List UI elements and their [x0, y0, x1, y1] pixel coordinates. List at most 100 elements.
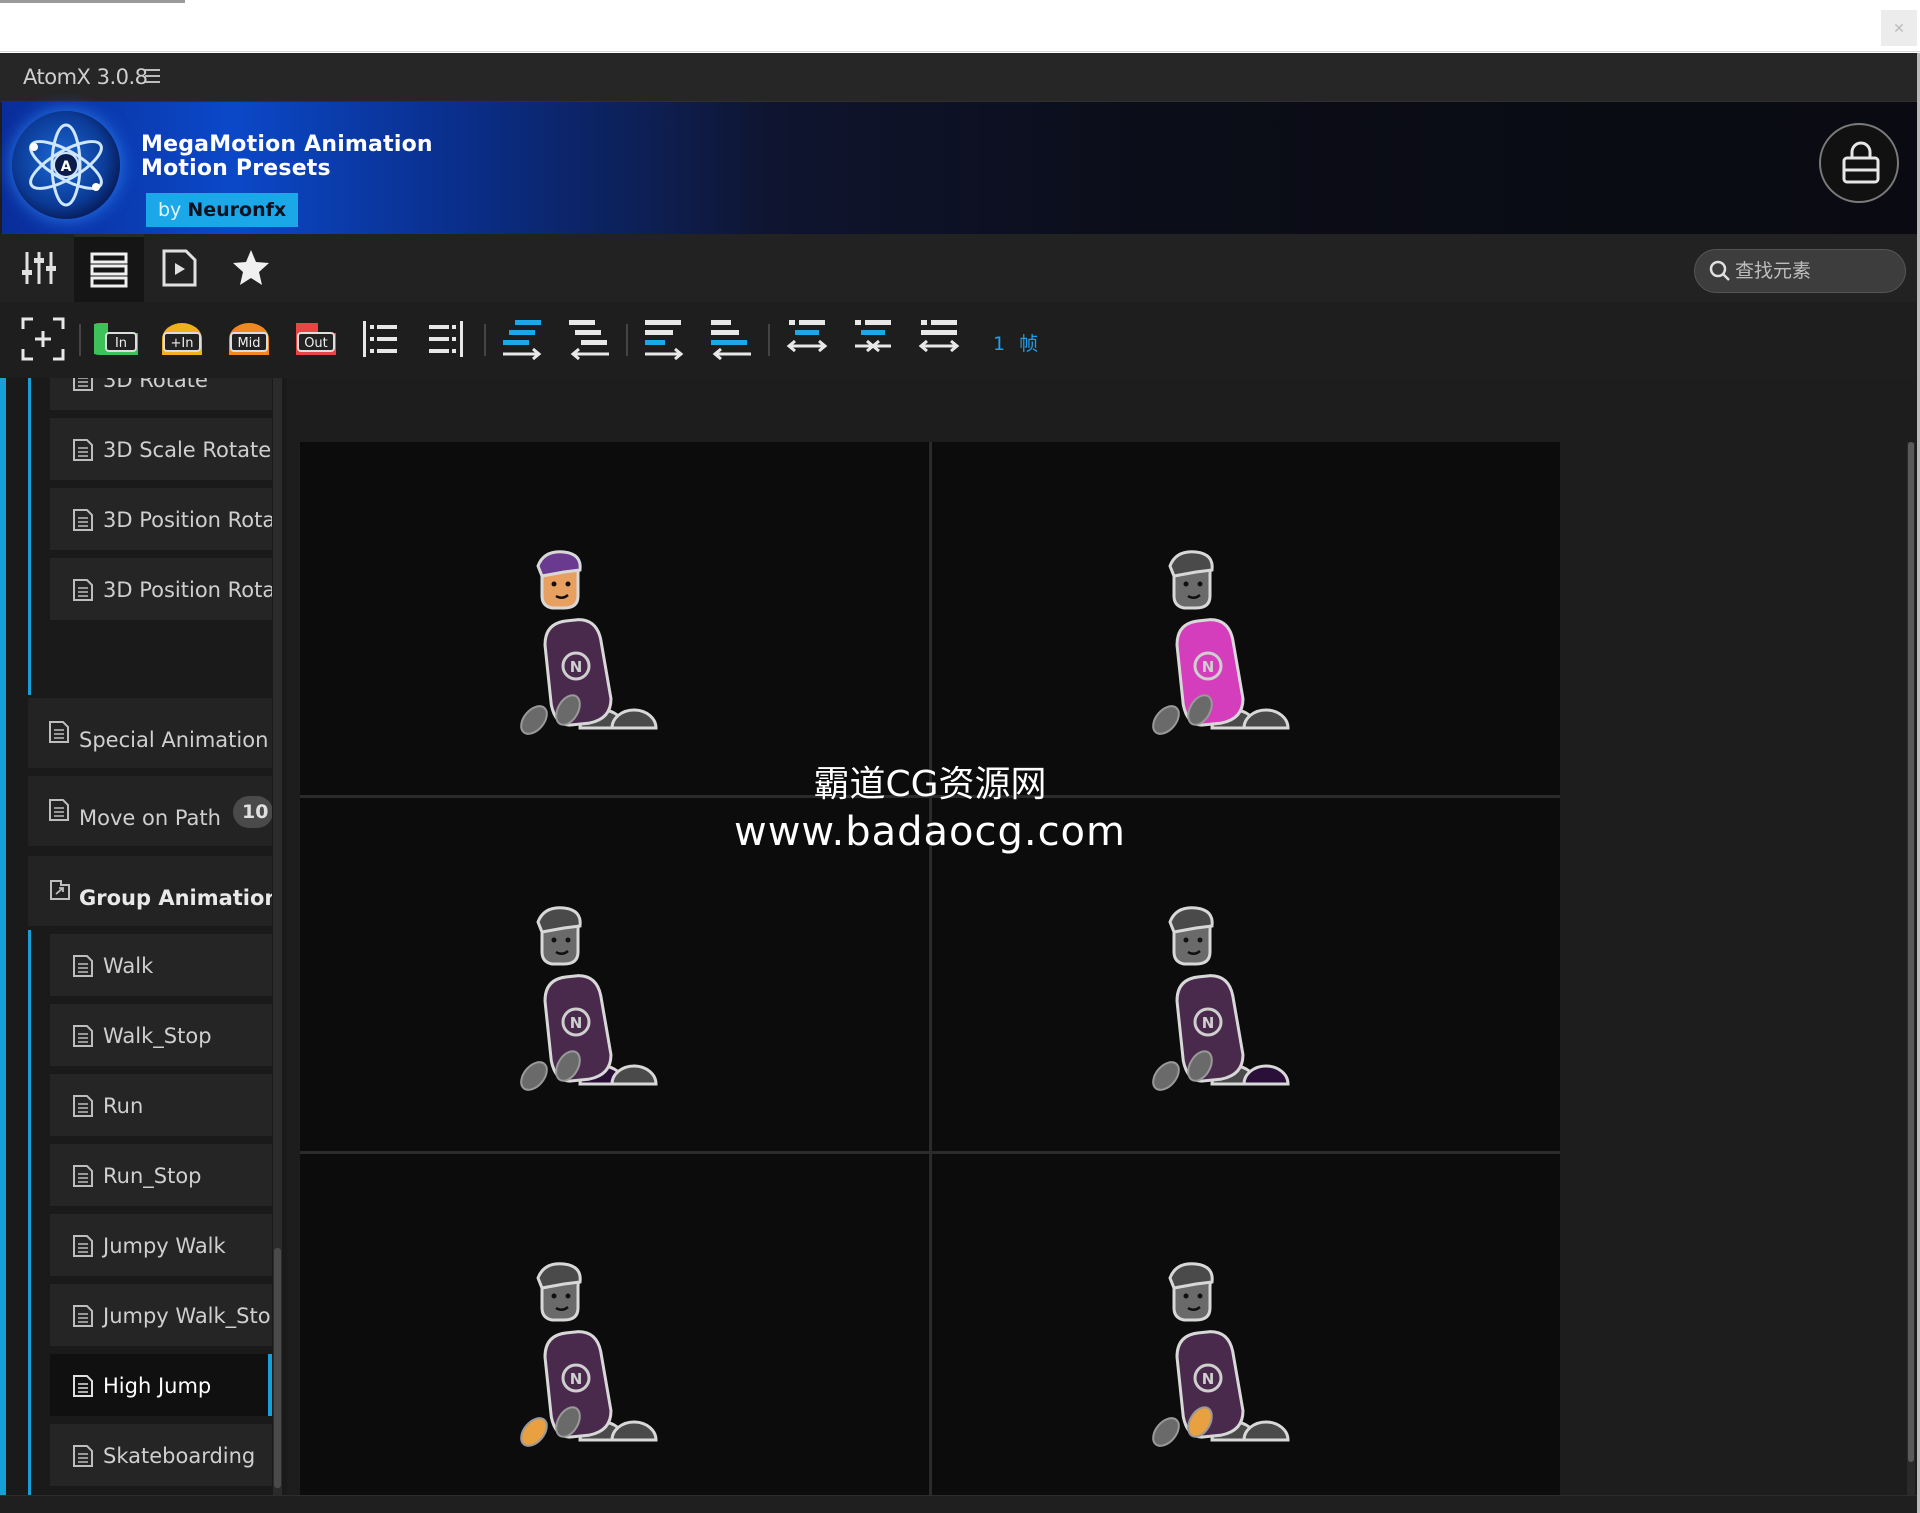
svg-text:A: A [61, 159, 72, 175]
sidebar-item-label: 3D Position Rotate [103, 508, 272, 532]
sidebar-item-run[interactable]: Run [50, 1074, 272, 1140]
search-input[interactable] [1735, 256, 1895, 286]
sidebar-item-special-animation[interactable]: Special Animation [28, 698, 272, 772]
sidebar-item-3d-scale-rotate[interactable]: 3D Scale Rotate [50, 418, 272, 484]
svg-text:N: N [1202, 658, 1215, 676]
document-icon [73, 579, 93, 601]
list-view-icon [90, 252, 128, 287]
spread-button[interactable] [916, 316, 962, 362]
sidebar-item-walk[interactable]: Walk [50, 934, 272, 1000]
document-icon [49, 799, 69, 821]
os-window-strip: ✕ [0, 0, 1920, 52]
hamburger-icon[interactable] [145, 69, 160, 83]
sequence-forward-button[interactable] [500, 316, 546, 362]
frame-offset[interactable]: 1帧 [993, 329, 1052, 356]
svg-text:N: N [1202, 1370, 1215, 1388]
center-in-button[interactable] [850, 316, 896, 362]
by-label: by [158, 199, 182, 221]
preset-sidebar: 3D Rotate 3D Scale Rotate 3D Position Ro… [0, 378, 287, 1495]
atomx-panel: AtomX 3.0.8 A MegaMotion Animation Motio… [0, 53, 1920, 1513]
center-out-button[interactable] [784, 316, 830, 362]
sidebar-item-jumpy-walk-stop[interactable]: Jumpy Walk_Stop [50, 1284, 272, 1350]
mid-button[interactable]: Mid [225, 316, 273, 362]
document-icon [73, 439, 93, 461]
watermark-line1: 霸道CG资源网 [813, 764, 1047, 805]
mode-tabbar [0, 234, 1917, 302]
svg-text:N: N [1202, 1014, 1215, 1032]
character-preview: N [520, 550, 658, 735]
sliders-icon [22, 252, 56, 284]
video-file-icon [162, 249, 197, 287]
frame-unit: 帧 [1019, 333, 1039, 355]
focus-frame-icon [21, 317, 65, 361]
plus-in-button[interactable]: +In [158, 316, 206, 362]
mid-tag-icon: Mid [229, 323, 269, 355]
preset-toolbar: In +In Mid Out 1 帧 [0, 302, 1917, 378]
toolbar-separator [768, 324, 770, 356]
character-preview: N [1152, 550, 1290, 735]
sidebar-item-walk-stop[interactable]: Walk_Stop [50, 1004, 272, 1070]
svg-text:In: In [115, 336, 127, 351]
sidebar-item-label: Special Animation [79, 728, 269, 752]
sidebar-item-group-animations[interactable]: Group Animations [28, 856, 272, 930]
sidebar-item-3d-position-rotate-2[interactable]: 3D Position Rotate [50, 558, 272, 624]
stack-backward-button[interactable] [708, 316, 754, 362]
svg-text:+In: +In [171, 336, 194, 351]
in-button[interactable]: In [94, 316, 142, 362]
sidebar-item-label: 3D Scale Rotate [103, 438, 272, 462]
count-badge: 10 [233, 796, 272, 828]
sidebar-scroll-thumb[interactable] [274, 1248, 281, 1488]
preview-scroll-thumb[interactable] [1908, 442, 1914, 1462]
document-icon [73, 1305, 93, 1327]
sidebar-item-move-on-path[interactable]: Move on Path 10 [28, 776, 272, 850]
search-box[interactable] [1694, 249, 1906, 293]
tab-list[interactable] [74, 234, 144, 302]
sequence-forward-icon [503, 320, 542, 361]
panel-titlebar: AtomX 3.0.8 [0, 53, 1917, 102]
shopping-bag-button[interactable] [1819, 123, 1899, 203]
active-indicator [268, 1354, 272, 1416]
document-icon [73, 1375, 93, 1397]
document-icon [73, 1165, 93, 1187]
in-tag-icon: In [94, 323, 138, 355]
sidebar-item-run-stop[interactable]: Run_Stop [50, 1144, 272, 1210]
shopping-bag-icon [1842, 141, 1880, 184]
preview-cell[interactable]: N [932, 1154, 1560, 1507]
out-button[interactable]: Out [292, 316, 340, 362]
grid-divider [300, 1151, 1560, 1154]
sidebar-item-jumpy-walk[interactable]: Jumpy Walk [50, 1214, 272, 1280]
star-icon [233, 250, 269, 285]
sidebar-item-label: Move on Path [79, 806, 221, 830]
list-left-icon [363, 321, 397, 357]
preview-grid: N N N N N N 霸道CG资源网 www.badaocg.com [300, 442, 1560, 1507]
sidebar-item-skateboarding[interactable]: Skateboarding [50, 1424, 272, 1490]
tab-favorites[interactable] [216, 234, 286, 302]
align-layers-left-button[interactable] [360, 316, 402, 362]
spread-icon [918, 320, 960, 353]
preview-scrollbar[interactable] [1907, 442, 1915, 1495]
sidebar-item-3d-position-rotate[interactable]: 3D Position Rotate [50, 488, 272, 554]
frame-select-button[interactable] [18, 316, 68, 362]
sidebar-item-high-jump[interactable]: High Jump [50, 1354, 272, 1420]
close-icon[interactable]: ✕ [1881, 10, 1917, 46]
sequence-backward-button[interactable] [566, 316, 612, 362]
author-badge[interactable]: by Neuronfx [146, 193, 299, 227]
pack-title: MegaMotion Animation Motion Presets [141, 133, 433, 181]
sidebar-item-label: Run [103, 1094, 144, 1118]
align-layers-right-button[interactable] [424, 316, 466, 362]
sidebar-item-label: Jumpy Walk [103, 1234, 226, 1258]
stack-forward-button[interactable] [642, 316, 688, 362]
sidebar-item-label: Jumpy Walk_Stop [103, 1304, 272, 1328]
tab-video[interactable] [144, 234, 214, 302]
svg-text:N: N [570, 1014, 583, 1032]
preview-cell[interactable]: N [932, 442, 1560, 795]
out-tag-icon: Out [296, 323, 336, 355]
stack-backward-icon [711, 320, 751, 361]
preview-cell[interactable]: N [300, 442, 928, 795]
sidebar-scrollbar[interactable] [273, 378, 282, 1495]
preview-cell[interactable]: N [300, 1154, 928, 1507]
svg-text:N: N [570, 1370, 583, 1388]
sidebar-item-label: Skateboarding [103, 1444, 256, 1468]
tab-adjust[interactable] [4, 234, 74, 302]
sidebar-item-3d-rotate[interactable]: 3D Rotate [50, 378, 272, 414]
